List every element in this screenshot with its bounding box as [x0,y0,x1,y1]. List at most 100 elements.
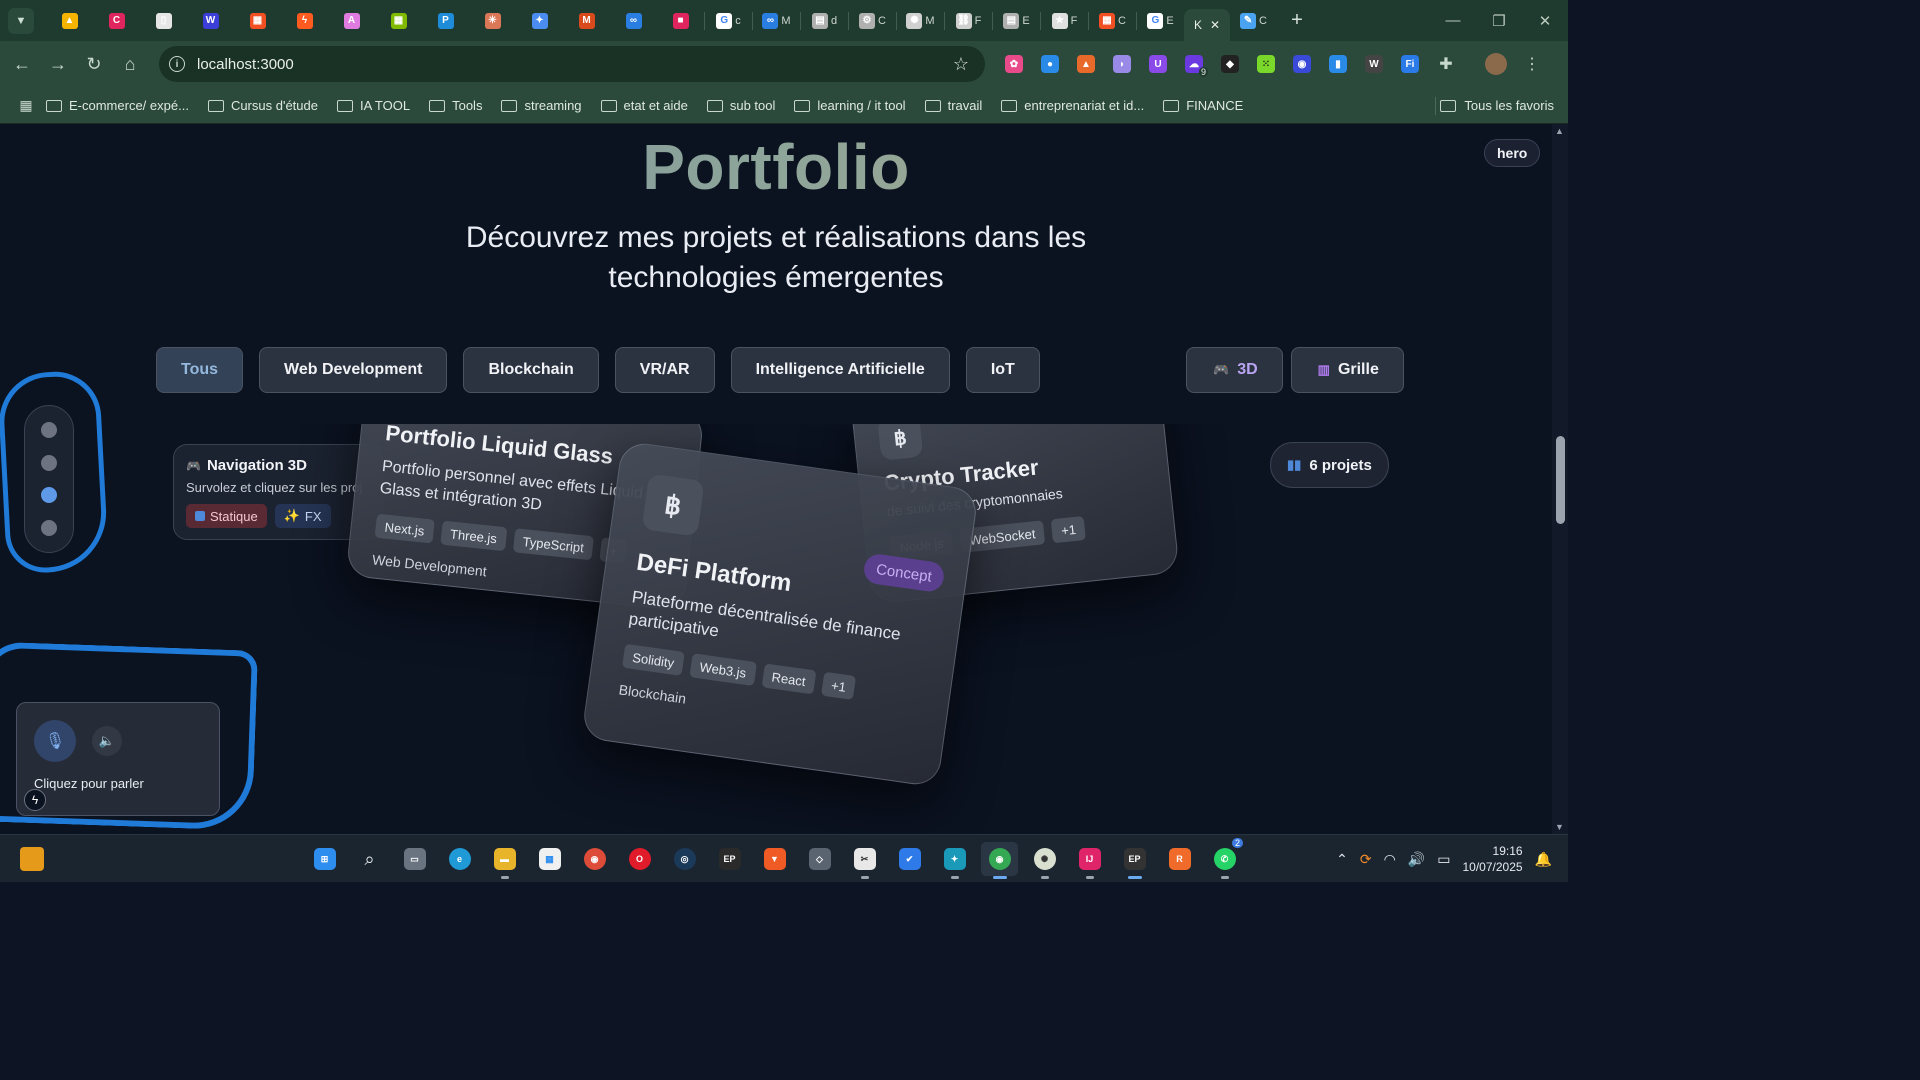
extension-button[interactable]: ▲ [1072,49,1100,79]
whatsapp-app[interactable]: ✆ 2 [1206,838,1243,879]
all-bookmarks[interactable]: Tous les favoris [1440,98,1554,113]
apps-grid-icon[interactable]: ▦ [6,97,46,114]
microphone-button[interactable]: 🎙 [34,720,76,762]
browser-tab[interactable]: ✳ [469,6,516,36]
browser-tab[interactable]: P [422,6,469,36]
todo-app[interactable]: ✔ [891,842,928,876]
bookmark-folder[interactable]: etat et aide [600,98,688,113]
bookmark-folder[interactable]: learning / it tool [794,98,906,113]
close-window-button[interactable]: ✕ [1522,0,1568,41]
profile-button[interactable] [1482,49,1510,79]
browser-tab[interactable]: Gc [705,6,752,36]
browser-tab[interactable]: ■ [657,6,704,36]
filter-web-development[interactable]: Web Development [259,347,448,393]
static-toggle[interactable]: Statique [186,504,267,528]
bolt-icon[interactable]: ϟ [24,789,46,811]
extensions-menu-button[interactable]: ✚ [1432,49,1460,79]
minimize-button[interactable]: — [1430,0,1476,41]
section-dot-active[interactable] [41,487,57,504]
browser-tab[interactable]: ▤ d [801,6,848,36]
speaker-button[interactable]: 🔈 [92,726,122,756]
bookmark-folder[interactable]: sub tool [706,98,775,113]
wifi-icon[interactable]: ◠ [1384,851,1396,868]
address-bar[interactable]: i localhost:3000 ☆ [159,46,985,82]
tab-last[interactable]: ✎ C [1230,6,1277,36]
sync-icon[interactable]: ⟳ [1360,851,1372,868]
explorer-app[interactable]: ▬ [486,842,523,879]
filter-tous[interactable]: Tous [156,347,244,393]
browser-tab[interactable]: ▯ [140,6,187,36]
browser-tab[interactable]: M [563,6,610,36]
browser-tab[interactable]: ϟ [281,6,328,36]
home-button[interactable]: ⌂ [112,47,148,83]
browser-tab[interactable]: ∞ M [753,6,800,36]
chrome-app[interactable]: ◉ [576,842,613,876]
extension-button[interactable]: ▮ [1324,49,1352,79]
volume-icon[interactable]: 🔊 [1408,851,1425,868]
snipping-app[interactable]: ✂ [846,842,883,879]
brave-app[interactable]: ▼ [756,842,793,876]
chrome-app-active[interactable]: ◉ [981,842,1018,879]
browser-tab[interactable]: ⚙ C [849,6,896,36]
browser-tab[interactable]: ▲ [46,6,93,36]
extension-button[interactable]: ✿ [1000,49,1028,79]
view-grid-button[interactable]: ▥ Grille [1290,347,1404,393]
filter-intelligence-artificielle[interactable]: Intelligence Artificielle [730,347,950,393]
start-button[interactable]: ⊞ [306,842,343,876]
chatgpt-app[interactable]: ✺ [1026,842,1063,879]
edge-app[interactable]: e [441,842,478,876]
browser-tab[interactable]: ∞ [610,6,657,36]
browser-tab[interactable]: GE [1137,6,1184,36]
url-text[interactable]: localhost:3000 [197,56,294,73]
scrollbar-thumb[interactable] [1556,436,1565,524]
bookmark-folder[interactable]: streaming [501,98,582,113]
extension-button[interactable]: ⁙ [1252,49,1280,79]
bookmark-folder[interactable]: IA TOOL [336,98,410,113]
reload-button[interactable]: ↻ [76,47,112,83]
new-tab-button[interactable]: + [1283,7,1311,35]
browser-tab[interactable]: ✺ M [897,6,944,36]
browser-menu-button[interactable]: ⋮ [1518,49,1546,79]
intellij-app[interactable]: IJ [1071,842,1108,879]
extension-button[interactable]: ◗ [1108,49,1136,79]
back-button[interactable]: ← [4,47,40,83]
browser-tab[interactable]: C [93,6,140,36]
section-dot[interactable] [41,422,57,438]
bookmark-star-icon[interactable]: ☆ [953,54,969,75]
bookmark-folder[interactable]: Cursus d'étude [207,98,318,113]
browser-tab[interactable]: ★ F [1041,6,1088,36]
browser-tab[interactable]: ▦ C [1089,6,1136,36]
extension-button[interactable]: U [1144,49,1172,79]
extension-button[interactable]: ● [1036,49,1064,79]
section-dot[interactable] [41,519,57,536]
extension-button[interactable]: ◉ [1288,49,1316,79]
extension-button[interactable]: ☁ 9 [1180,49,1208,79]
widgets-icon[interactable] [20,847,44,871]
extension-button[interactable]: ◆ [1216,49,1244,79]
notifications-icon[interactable]: 🔔 [1535,851,1552,868]
filter-vr-ar[interactable]: VR/AR [614,347,715,393]
epic-launcher-app[interactable]: EP [1116,842,1153,879]
maximize-button[interactable]: ❐ [1476,0,1522,41]
scroll-up-icon[interactable]: ▲ [1555,126,1564,136]
bookmark-folder[interactable]: FINANCE [1163,98,1243,113]
site-info-icon[interactable]: i [169,56,185,72]
section-dot[interactable] [41,454,57,471]
extension-button[interactable]: W [1360,49,1388,79]
steam-app[interactable]: ◎ [666,842,703,876]
opera-app[interactable]: O [621,842,658,876]
browser-tab[interactable]: ⛓ F [945,6,992,36]
task-view-button[interactable]: ▭ [396,842,433,876]
browser-tab[interactable]: ▤ E [993,6,1040,36]
tab-search-button[interactable]: ▼ [8,7,34,34]
extension-button[interactable]: Fi [1396,49,1424,79]
store-app[interactable]: ▦ [531,842,568,876]
fx-toggle[interactable]: ✨ FX [274,504,331,528]
bookmark-folder[interactable]: entreprenariat et id... [1001,98,1144,113]
epic-app[interactable]: EP [711,842,748,876]
bookmark-folder[interactable]: Tools [429,98,482,113]
scroll-down-icon[interactable]: ▼ [1555,822,1564,832]
reader-app[interactable]: R [1161,842,1198,876]
view-3d-button[interactable]: 🎮 3D [1186,347,1283,393]
tab-active[interactable]: K ✕ [1184,9,1230,41]
